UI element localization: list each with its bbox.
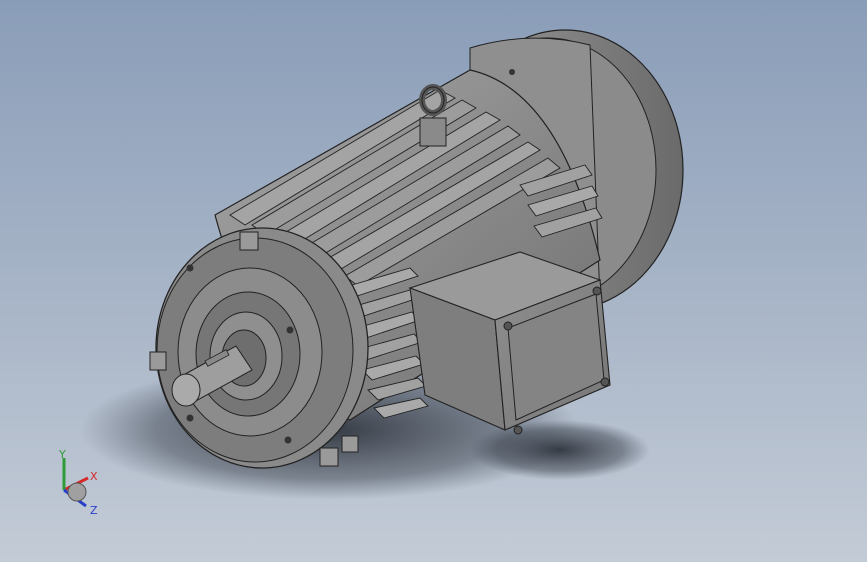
x-axis-label: X (90, 470, 98, 483)
motor-model[interactable] (0, 0, 867, 562)
ground-shadow-box (470, 420, 650, 480)
view-orientation-triad[interactable]: X Y Z (50, 448, 110, 518)
graphics-viewport[interactable]: X Y Z (0, 0, 867, 562)
front-end-shield[interactable] (155, 227, 369, 469)
y-axis-label: Y (58, 448, 66, 461)
z-axis-label: Z (90, 504, 98, 517)
